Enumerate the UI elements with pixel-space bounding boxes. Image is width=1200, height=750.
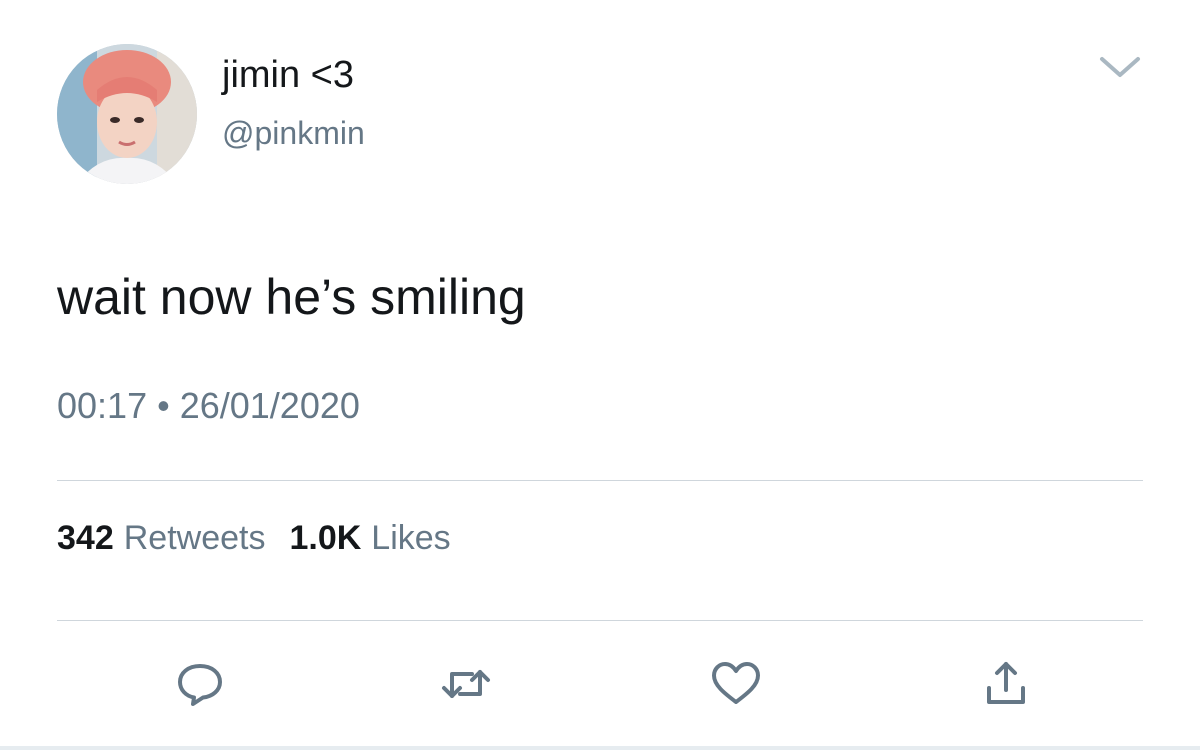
like-button[interactable] <box>706 656 766 712</box>
share-icon <box>987 662 1025 704</box>
likes-count: 1.0K <box>289 519 362 557</box>
retweets-label: Retweets <box>123 519 266 557</box>
retweets-stat[interactable]: 342 Retweets <box>57 519 265 557</box>
engagement-stats: 342 Retweets 1.0K Likes <box>57 521 451 555</box>
tweet-time: 00:17 <box>57 385 148 426</box>
retweet-button[interactable] <box>436 656 496 712</box>
retweets-count: 342 <box>57 519 114 557</box>
display-name[interactable]: jimin <3 <box>222 56 354 94</box>
heart-icon <box>712 662 760 704</box>
reply-icon <box>178 664 222 706</box>
reply-button[interactable] <box>170 656 230 712</box>
avatar[interactable] <box>57 44 197 184</box>
bottom-border <box>0 746 1200 750</box>
likes-stat[interactable]: 1.0K Likes <box>289 519 450 557</box>
timestamp-separator: • <box>157 385 170 426</box>
likes-label: Likes <box>371 519 451 557</box>
divider <box>57 620 1143 621</box>
user-handle[interactable]: @pinkmin <box>222 117 365 149</box>
retweet-icon <box>442 670 490 698</box>
tweet-date: 26/01/2020 <box>179 385 360 426</box>
share-button[interactable] <box>976 656 1036 712</box>
tweet-timestamp[interactable]: 00:17 • 26/01/2020 <box>57 388 360 424</box>
chevron-down-icon <box>1100 57 1140 77</box>
avatar-image <box>57 44 197 184</box>
divider <box>57 480 1143 481</box>
more-options-button[interactable] <box>1096 50 1144 84</box>
tweet-text: wait now he’s smiling <box>57 269 526 325</box>
